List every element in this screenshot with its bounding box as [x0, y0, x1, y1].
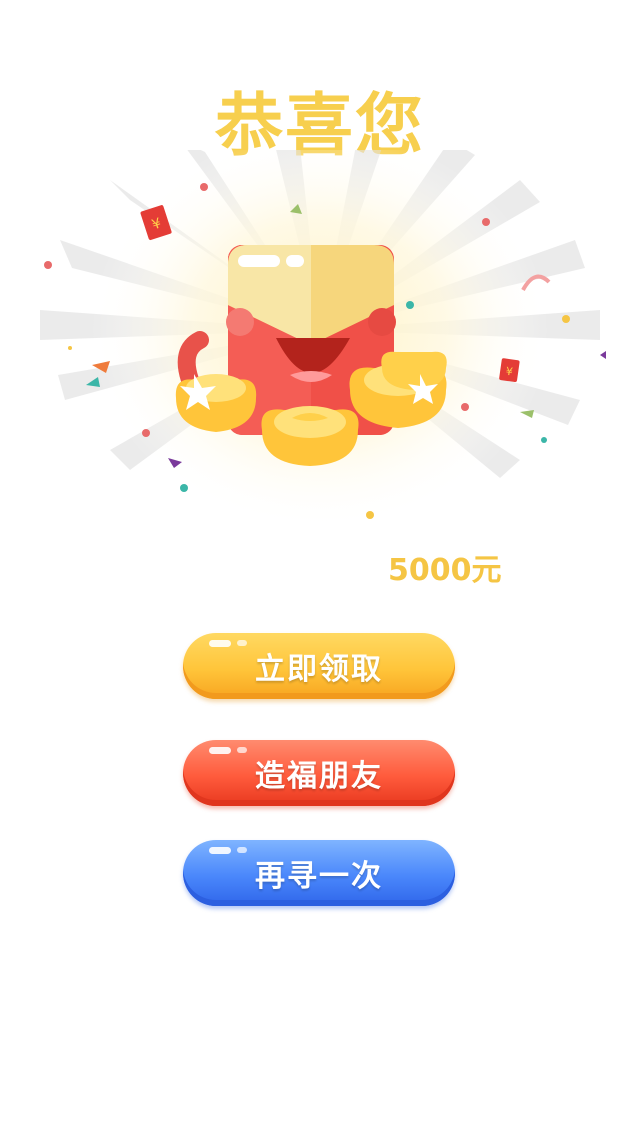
try-again-button-label: 再寻一次	[255, 859, 383, 894]
red-envelope-illustration: ¥ ¥	[40, 150, 606, 530]
claim-button-label: 立即领取	[255, 652, 383, 687]
prize-amount: 5000元	[388, 553, 502, 588]
try-again-button[interactable]: 再寻一次	[183, 840, 455, 906]
gold-ingot-icon	[261, 406, 359, 466]
claim-button[interactable]: 立即领取	[183, 633, 455, 699]
share-button-label: 造福朋友	[255, 759, 383, 794]
share-button[interactable]: 造福朋友	[183, 740, 455, 806]
small-envelope-icon: ¥	[499, 358, 520, 383]
